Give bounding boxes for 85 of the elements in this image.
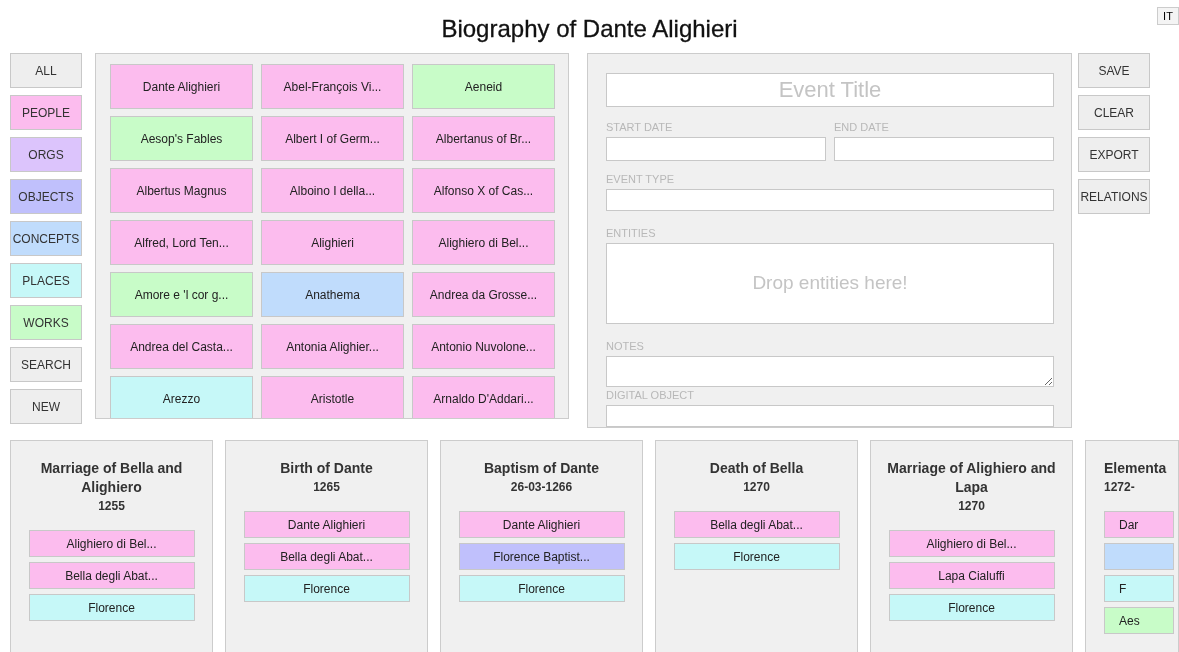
entity-tile[interactable]: Arnaldo D'Addari... [412,376,555,418]
filter-button[interactable]: SEARCH [10,347,82,382]
field-label: NOTES [606,339,645,353]
event-card[interactable]: Marriage of Alighiero and Lapa 1270 Alighiero di Bel... Lapa Cialuffi Florence [870,440,1073,652]
entity-tile[interactable]: Arezzo [110,376,253,418]
entity-chip[interactable]: Alighiero di Bel... [28,530,195,557]
entity-chip[interactable]: Bella degli Abat... [673,511,840,538]
entity-chip[interactable] [1104,543,1174,570]
entity-tile[interactable]: Alighiero di Bel... [412,220,555,265]
action-button[interactable]: EXPORT [1078,137,1150,172]
filter-button[interactable]: PEOPLE [10,95,82,130]
event-card[interactable]: Death of Bella 1270 Bella degli Abat... Florence [655,440,858,652]
event-title: Baptism of Dante [482,459,601,478]
entity-tile[interactable]: Amore e 'l cor g... [110,272,253,317]
entity-tile[interactable]: Albert I of Germ... [261,116,404,161]
event-card[interactable]: Baptism of Dante 26-03-1266 Dante Alighieri Florence Baptist... Florence [440,440,643,652]
event-date: 1265 [313,480,340,494]
filter-button[interactable]: WORKS [10,305,82,340]
entity-tile[interactable]: Andrea da Grosse... [412,272,555,317]
start-date-field[interactable] [606,136,826,161]
entity-tile[interactable]: Abel-François Vi... [261,64,404,109]
filter-button[interactable]: CONCEPTS [10,221,82,256]
field-label: END DATE [834,120,890,134]
event-card[interactable]: Birth of Dante 1265 Dante Alighieri Bella degli Abat... Florence [225,440,428,652]
event-date: 1270 [743,480,770,494]
filter-button[interactable]: OBJECTS [10,179,82,214]
event-card[interactable]: Marriage of Bella and Alighiero 1255 Alighiero di Bel... Bella degli Abat... Florence [10,440,213,652]
entity-chip[interactable]: Florence [673,543,840,570]
event-title-field[interactable]: Event Title [606,73,1054,107]
event-title: Elementa [1104,459,1167,478]
end-date-field[interactable] [834,136,1054,161]
entity-tile[interactable]: Antonia Alighier... [261,324,404,369]
event-title: Birth of Dante [279,459,374,478]
entity-chip[interactable]: Florence Baptist... [458,543,625,570]
entity-chip[interactable]: F [1104,575,1174,602]
entity-tile[interactable]: Aesop's Fables [110,116,253,161]
entity-chip[interactable]: Dante Alighieri [458,511,625,538]
event-card[interactable]: Elementa 1272- Dar F Aes [1085,440,1179,652]
page-title: Biography of Dante Alighieri [441,14,738,43]
drop-hint: Drop entities here! [752,272,908,295]
event-title: Marriage of Alighiero and Lapa [886,459,1057,497]
entity-tile[interactable]: Alfred, Lord Ten... [110,220,253,265]
entity-tile[interactable]: Andrea del Casta... [110,324,253,369]
entity-tile[interactable]: Alfonso X of Cas... [412,168,555,213]
entity-tile[interactable]: Alboino I della... [261,168,404,213]
entity-chip[interactable]: Dar [1104,511,1174,538]
action-button[interactable]: SAVE [1078,53,1150,88]
filter-button[interactable]: ORGS [10,137,82,172]
notes-field[interactable] [606,355,1054,387]
entity-tile[interactable]: Albertanus of Br... [412,116,555,161]
entity-chip[interactable]: Lapa Cialuffi [888,562,1055,589]
field-label: EVENT TYPE [606,172,676,186]
event-date: 1255 [98,499,125,513]
field-label: DIGITAL OBJECT [606,389,695,402]
entity-chip[interactable]: Florence [243,575,410,602]
entity-chip[interactable]: Florence [28,594,195,621]
entity-chip[interactable]: Aes [1104,607,1174,634]
entity-tile[interactable]: Albertus Magnus [110,168,253,213]
event-date: 26-03-1266 [510,480,573,494]
entity-tile[interactable]: Anathema [261,272,404,317]
event-date: 1270 [958,499,985,513]
event-title: Death of Bella [708,459,805,478]
entity-chip[interactable]: Florence [458,575,625,602]
event-title: Marriage of Bella and Alighiero [39,459,184,497]
event-type-field[interactable] [606,188,1054,211]
entity-chip[interactable]: Bella degli Abat... [28,562,195,589]
language-button[interactable]: IT [1157,7,1179,25]
entity-chip[interactable]: Dante Alighieri [243,511,410,538]
filter-button[interactable]: NEW [10,389,82,424]
entity-tile[interactable]: Alighieri [261,220,404,265]
action-button[interactable]: RELATIONS [1078,179,1150,214]
field-label: ENTITIES [606,226,657,240]
filter-button[interactable]: PLACES [10,263,82,298]
filter-button[interactable]: ALL [10,53,82,88]
event-date: 1272- [1104,480,1135,494]
entity-tile[interactable]: Aeneid [412,64,555,109]
action-button[interactable]: CLEAR [1078,95,1150,130]
entity-tile[interactable]: Dante Alighieri [110,64,253,109]
digital-object-field[interactable] [606,405,1054,427]
entity-chip[interactable]: Alighiero di Bel... [888,530,1055,557]
entity-tile[interactable]: Aristotle [261,376,404,418]
entity-chip[interactable]: Florence [888,594,1055,621]
entity-tile[interactable]: Antonio Nuvolone... [412,324,555,369]
field-label: START DATE [606,120,674,134]
entity-chip[interactable]: Bella degli Abat... [243,543,410,570]
